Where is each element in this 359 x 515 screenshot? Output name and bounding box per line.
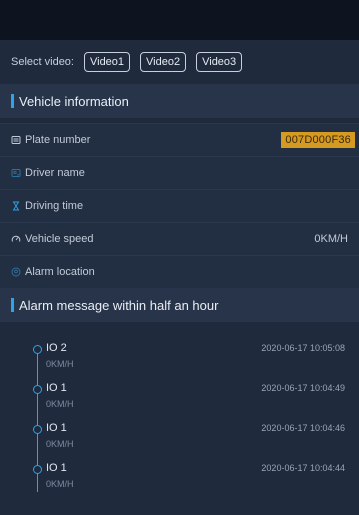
vehicle-speed-value: 0KM/H: [314, 233, 348, 245]
video3-button[interactable]: Video3: [196, 52, 243, 72]
info-row-driver-name: Driver name: [0, 156, 359, 189]
speedometer-icon: [11, 234, 21, 244]
alarm-speed: 0KM/H: [46, 479, 74, 489]
alarm-message-header: Alarm message within half an hour: [0, 288, 359, 322]
driving-time-label: Driving time: [25, 200, 84, 212]
alarm-list: IO 2 0KM/H 2020-06-17 10:05:08 IO 1 0KM/…: [0, 322, 359, 515]
alarm-time: 2020-06-17 10:04:46: [261, 423, 345, 433]
info-row-alarm-location: Alarm location: [0, 255, 359, 288]
alarm-location-label: Alarm location: [25, 266, 95, 278]
location-pin-icon: [11, 267, 21, 277]
timeline-dot-icon: [33, 425, 42, 434]
alarm-item[interactable]: IO 1 0KM/H 2020-06-17 10:04:49: [0, 382, 359, 420]
driver-icon: [11, 168, 21, 178]
plate-icon: [11, 135, 21, 145]
alarm-title: IO 1: [46, 462, 67, 474]
alarm-title: IO 2: [46, 342, 67, 354]
info-row-driving-time: Driving time: [0, 189, 359, 222]
plate-number-value: 007D000F36: [281, 132, 355, 148]
alarm-speed: 0KM/H: [46, 399, 74, 409]
vehicle-speed-label: Vehicle speed: [25, 233, 94, 245]
timeline-dot-icon: [33, 345, 42, 354]
hourglass-icon: [11, 201, 21, 211]
accent-bar: [11, 94, 14, 108]
vehicle-info-title: Vehicle information: [19, 93, 129, 109]
alarm-speed: 0KM/H: [46, 439, 74, 449]
alarm-time: 2020-06-17 10:04:49: [261, 383, 345, 393]
alarm-item[interactable]: IO 1 0KM/H 2020-06-17 10:04:46: [0, 422, 359, 460]
timeline-dot-icon: [33, 465, 42, 474]
info-row-plate-number: Plate number 007D000F36: [0, 123, 359, 156]
accent-bar: [11, 298, 14, 312]
video-selector: Select video: Video1 Video2 Video3: [0, 40, 359, 84]
top-bar: [0, 0, 359, 40]
alarm-item[interactable]: IO 1 0KM/H 2020-06-17 10:04:44: [0, 462, 359, 500]
plate-number-label: Plate number: [25, 134, 91, 146]
alarm-message-title: Alarm message within half an hour: [19, 297, 219, 313]
alarm-item[interactable]: IO 2 0KM/H 2020-06-17 10:05:08: [0, 342, 359, 380]
alarm-title: IO 1: [46, 382, 67, 394]
select-video-label: Select video:: [11, 56, 74, 68]
alarm-title: IO 1: [46, 422, 67, 434]
alarm-time: 2020-06-17 10:05:08: [261, 343, 345, 353]
driver-name-label: Driver name: [25, 167, 85, 179]
alarm-time: 2020-06-17 10:04:44: [261, 463, 345, 473]
video1-button[interactable]: Video1: [83, 52, 131, 72]
vehicle-info-header: Vehicle information: [0, 84, 359, 118]
info-row-vehicle-speed: Vehicle speed 0KM/H: [0, 222, 359, 255]
alarm-speed: 0KM/H: [46, 359, 74, 369]
timeline-dot-icon: [33, 385, 42, 394]
video2-button[interactable]: Video2: [140, 52, 187, 72]
